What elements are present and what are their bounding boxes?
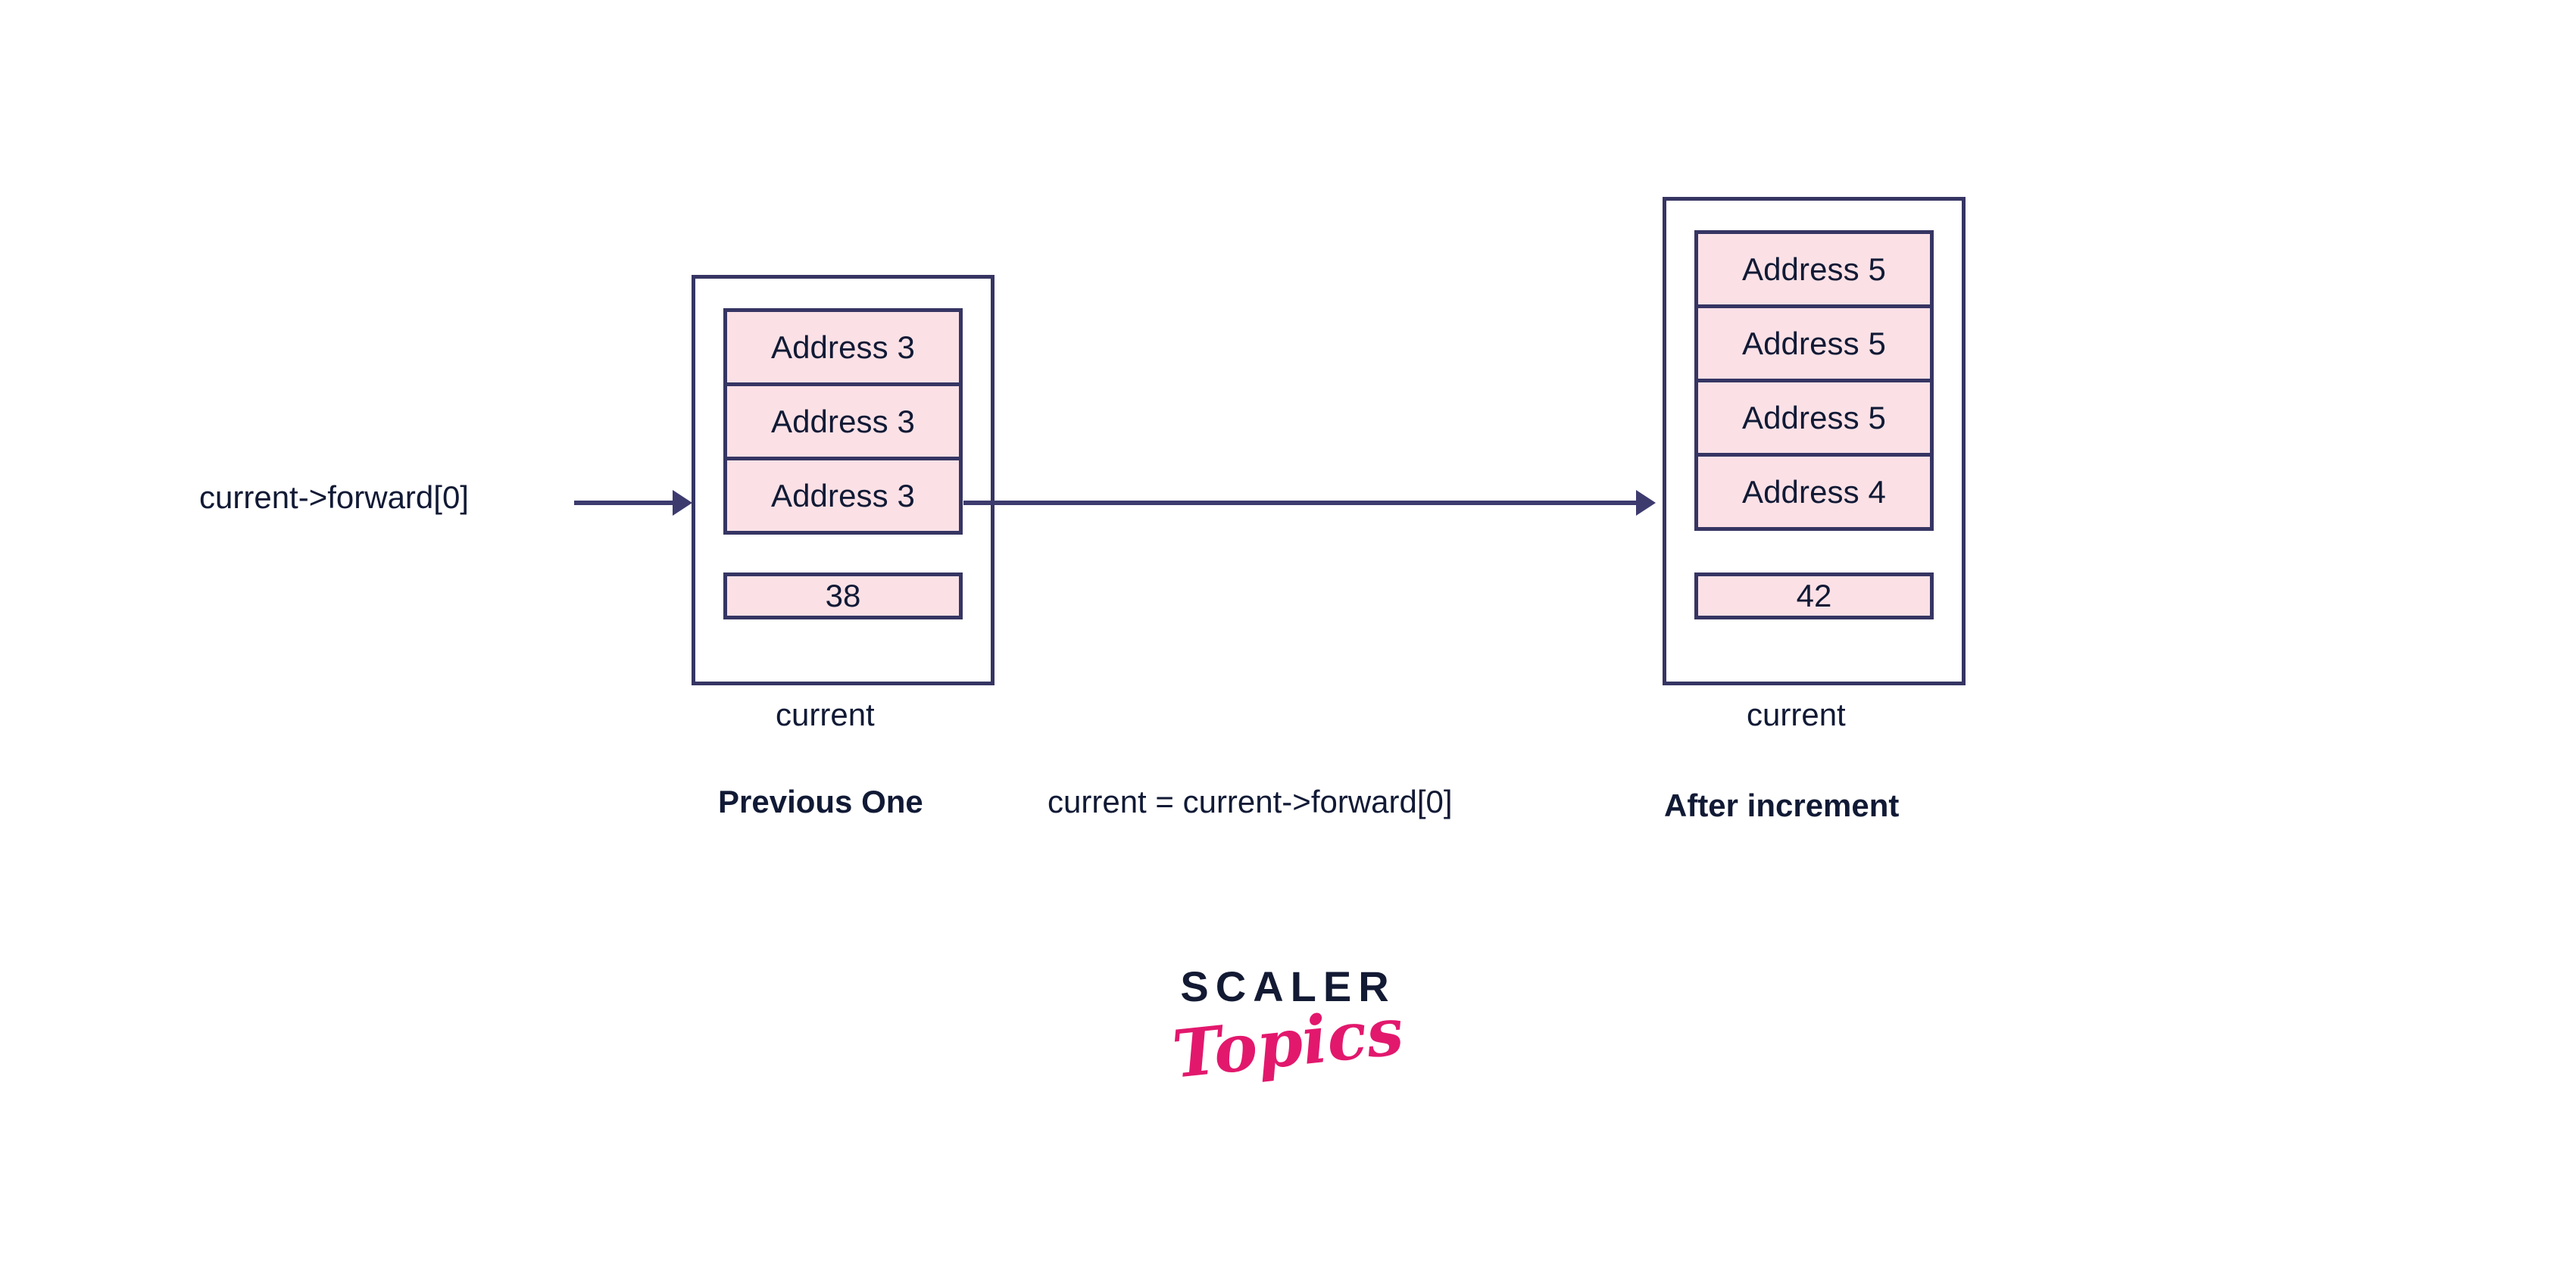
scaler-topics-logo: SCALER Topics [1169,966,1407,1093]
node-after-caption: After increment [1664,788,1900,823]
node-after-forward-cell-0: Address 5 [1694,230,1934,308]
forward-link-arrow-head [1636,490,1656,516]
node-previous-value-cell: 38 [723,572,963,619]
node-previous: Address 3 Address 3 Address 3 38 [692,275,994,685]
pointer-arrow-head [673,490,692,516]
node-previous-caption: Previous One [718,784,923,819]
middle-caption-assignment: current = current->forward[0] [1048,784,1453,819]
diagram-canvas: current->forward[0] Address 3 Address 3 … [0,0,2576,1276]
node-after-forward-cell-2: Address 5 [1694,379,1934,457]
logo-topics-wordmark: Topics [1169,993,1407,1093]
node-after-forward-cell-1: Address 5 [1694,304,1934,382]
node-after-value-cell: 42 [1694,572,1934,619]
node-after: Address 5 Address 5 Address 5 Address 4 … [1663,197,1966,685]
node-previous-forward-cell-0: Address 3 [723,308,963,386]
node-after-forward-stack: Address 5 Address 5 Address 5 Address 4 [1694,230,1934,531]
node-previous-forward-cell-2: Address 3 [723,457,963,535]
pointer-arrow-line [574,501,682,505]
node-after-name-label: current [1747,697,1846,732]
node-after-forward-cell-3: Address 4 [1694,453,1934,531]
node-previous-name-label: current [776,697,875,732]
node-previous-forward-stack: Address 3 Address 3 Address 3 [723,308,963,535]
pointer-label-current-forward0: current->forward[0] [199,479,469,515]
forward-link-arrow-line [963,501,1638,505]
node-previous-forward-cell-1: Address 3 [723,382,963,460]
